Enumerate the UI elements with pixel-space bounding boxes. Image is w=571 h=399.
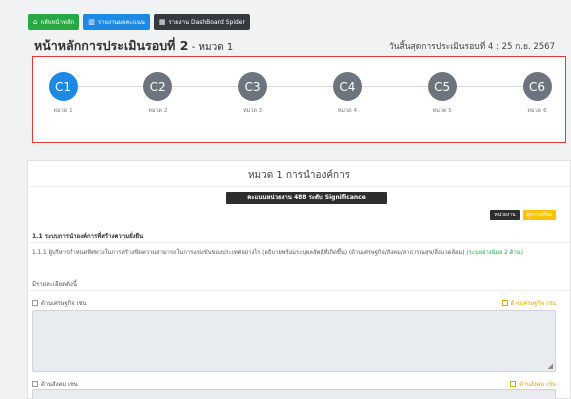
page-title-main: หน้าหลักการประเมินรอบที่ 2: [34, 38, 189, 53]
home-icon: ⌂: [33, 17, 38, 26]
social-label: ด้านสังคม เช่น: [41, 382, 78, 388]
score-report-button[interactable]: ▥ รายงานผลคะแนน: [83, 14, 150, 30]
step-label: หมวด 6: [527, 108, 547, 114]
subsection-title: 1.1 ระบบการนำองค์การที่สร้างความยั่งยืน: [32, 233, 144, 240]
step-circle[interactable]: C4: [332, 72, 362, 101]
divider: [28, 242, 570, 243]
step-label: หมวด 3: [243, 108, 263, 114]
question-text: 1.1.1 ผู้บริหารกำหนดทิศทางในการสร้างขีดค…: [32, 249, 564, 258]
social-checkbox[interactable]: ด้านสังคม เช่น: [32, 379, 78, 389]
home-button-label: กลับหน้าหลัก: [40, 19, 75, 26]
social-committee-label: ด้านสังคม เช่น: [519, 382, 556, 388]
checkbox-box[interactable]: [501, 300, 508, 306]
economic-committee-label: ด้านเศรษฐกิจ เช่น: [510, 301, 556, 307]
step-circle[interactable]: C1: [48, 72, 78, 101]
step-circle[interactable]: C6: [522, 72, 552, 101]
step-c5[interactable]: C5 หมวด 5: [412, 72, 472, 115]
chart-icon: ▥: [88, 17, 95, 26]
step-c3[interactable]: C3 หมวด 3: [223, 72, 283, 115]
deadline-text: วันสิ้นสุดการประเมินรอบที่ 4 : 25 ก.ย. 2…: [388, 42, 555, 52]
committee-badge: ผู้ตรวจเยี่ยม: [522, 210, 556, 220]
step-c2[interactable]: C2 หมวด 2: [128, 72, 188, 115]
step-circle[interactable]: C2: [143, 72, 173, 101]
page-title: หน้าหลักการประเมินรอบที่ 2 - หมวด 1: [34, 36, 233, 56]
category-stepper: C1 หมวด 1 C2 หมวด 2 C3 หมวด 3 C4 หมวด 4 C5 หมวด 5…: [32, 56, 566, 143]
question-note: (ระบุอย่างน้อย 2 ด้าน): [466, 250, 524, 256]
step-c6[interactable]: C6 หมวด 6: [507, 72, 567, 115]
step-circle[interactable]: C5: [427, 72, 457, 101]
step-label: หมวด 2: [148, 108, 168, 114]
dashboard-icon: ▦: [158, 17, 166, 26]
resize-handle-icon[interactable]: ◢: [548, 363, 553, 370]
social-committee-checkbox[interactable]: ด้านสังคม เช่น: [510, 379, 556, 389]
home-button[interactable]: ⌂ กลับหน้าหลัก: [28, 14, 80, 30]
score-badge: คะแนนหน่วยงาน 488 ระดับ Significance: [226, 192, 387, 204]
economic-row: ด้านเศรษฐกิจ เช่น ด้านเศรษฐกิจ เช่น: [32, 298, 556, 308]
spider-dashboard-label: รายงาน DashBoard Spider: [168, 19, 245, 26]
step-label: หมวด 4: [337, 108, 357, 114]
step-label: หมวด 5: [432, 108, 452, 114]
checkbox-box[interactable]: [32, 300, 38, 306]
category-heading: หมวด 1 การนำองค์การ: [28, 161, 570, 187]
step-circle[interactable]: C3: [238, 72, 268, 101]
step-c4[interactable]: C4 หมวด 4: [317, 72, 377, 115]
role-badges: หน่วยงาน ผู้ตรวจเยี่ยม: [490, 210, 556, 220]
step-label: หมวด 1: [53, 108, 73, 114]
spider-dashboard-button[interactable]: ▦ รายงาน DashBoard Spider: [153, 14, 250, 30]
social-row: ด้านสังคม เช่น ด้านสังคม เช่น: [32, 379, 556, 389]
category-card: หมวด 1 การนำองค์การ คะแนนหน่วยงาน 488 ระ…: [27, 160, 571, 399]
economic-label: ด้านเศรษฐกิจ เช่น: [41, 301, 87, 307]
economic-committee-checkbox[interactable]: ด้านเศรษฐกิจ เช่น: [501, 298, 556, 308]
question-body: 1.1.1 ผู้บริหารกำหนดทิศทางในการสร้างขีดค…: [32, 250, 465, 256]
checkbox-box[interactable]: [510, 381, 517, 387]
economic-checkbox[interactable]: ด้านเศรษฐกิจ เช่น: [32, 298, 86, 308]
social-textarea[interactable]: [32, 389, 556, 399]
step-c1[interactable]: C1 หมวด 1: [33, 72, 93, 115]
score-report-label: รายงานผลคะแนน: [97, 19, 145, 26]
economic-textarea[interactable]: ◢: [32, 310, 556, 372]
toolbar: ⌂ กลับหน้าหลัก ▥ รายงานผลคะแนน ▦ รายงาน …: [28, 14, 250, 30]
checkbox-box[interactable]: [32, 381, 38, 387]
page-title-sub: - หมวด 1: [188, 42, 234, 53]
unit-badge: หน่วยงาน: [490, 210, 520, 220]
detail-label: มีรายละเอียดดังนี้: [32, 281, 77, 288]
divider: [28, 290, 570, 291]
